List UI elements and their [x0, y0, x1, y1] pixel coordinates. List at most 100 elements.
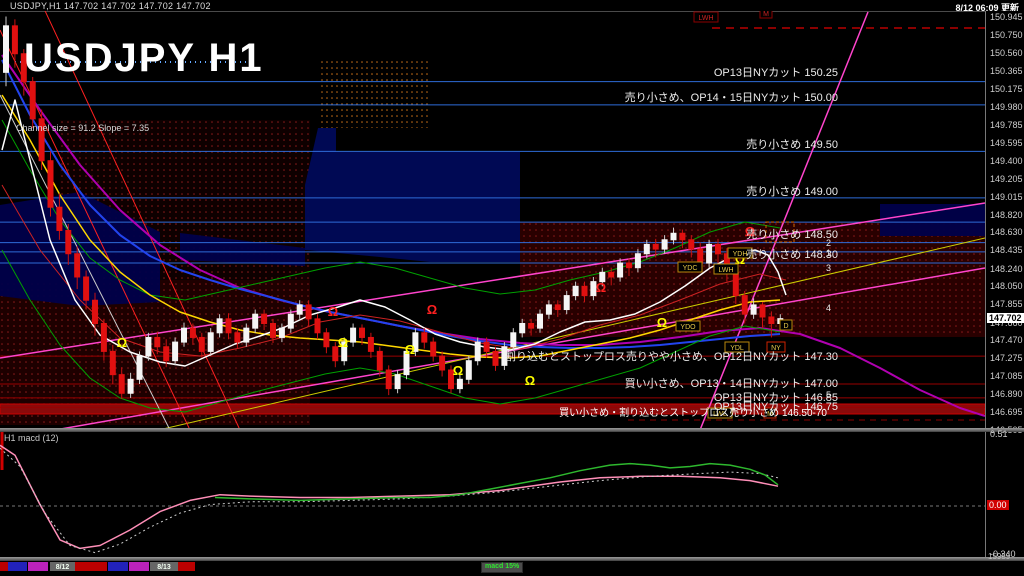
- candle-body: [376, 350, 383, 371]
- candle-body: [109, 350, 116, 376]
- candle-body: [732, 271, 739, 297]
- macd-panel-canvas[interactable]: [0, 432, 985, 557]
- axis-tick: 147.470: [990, 335, 1023, 346]
- omega-signal-yellow: Ω: [405, 342, 415, 357]
- session-timeline-bar: 8/12 8/13 macd 15%: [0, 561, 1024, 576]
- candle-body: [759, 304, 766, 318]
- candle-body: [581, 285, 588, 297]
- candle-body: [65, 229, 72, 255]
- candle-body: [278, 327, 285, 338]
- level-tag-text: LWH: [718, 267, 733, 274]
- axis-tick: 148.050: [990, 281, 1023, 292]
- candle-body: [74, 253, 81, 278]
- axis-tick: 149.980: [990, 101, 1023, 112]
- bar-count-label: 15959: [988, 552, 1011, 561]
- level-tag-text: D: [783, 323, 788, 330]
- candle-body: [519, 322, 526, 334]
- candle-body: [92, 299, 98, 324]
- candle-body: [127, 378, 134, 394]
- axis-tick: 149.015: [990, 191, 1023, 202]
- candle-body: [421, 332, 428, 343]
- axis-tick: 150.365: [990, 65, 1023, 76]
- candle-body: [47, 160, 54, 208]
- session-segment: 8/12: [50, 562, 79, 571]
- candle-body: [572, 285, 579, 297]
- candle-body: [688, 239, 695, 250]
- candle-body: [367, 336, 374, 352]
- ichimoku-cloud: [305, 128, 520, 262]
- omega-signal-red: Ω: [745, 224, 755, 239]
- session-segment: [0, 562, 8, 571]
- ichimoku-cloud: [880, 204, 985, 236]
- candle-body: [234, 332, 241, 343]
- candle-body: [287, 313, 294, 329]
- omega-signal-yellow: Ω: [338, 335, 348, 350]
- candle-body: [430, 341, 437, 357]
- chart-watermark-title: USDJPY H1: [24, 36, 264, 80]
- trading-chart-window: USDJPY,H1 147.702 147.702 147.702 147.70…: [0, 0, 1024, 576]
- candle-body: [323, 332, 330, 348]
- candle-body: [439, 355, 446, 371]
- candle-body: [163, 346, 170, 362]
- axis-tick: 146.890: [990, 389, 1023, 400]
- level-tag-text: YDC: [683, 265, 698, 272]
- axis-tick: 147.855: [990, 299, 1023, 310]
- axis-tick: 149.205: [990, 173, 1023, 184]
- candle-body: [741, 295, 748, 315]
- candle-body: [296, 304, 303, 315]
- session-segment: [108, 562, 128, 571]
- macd-main-green: [214, 462, 779, 502]
- candle-body: [198, 336, 205, 352]
- omega-signal-yellow: Ω: [453, 363, 463, 378]
- axis-tick: 149.400: [990, 155, 1023, 166]
- axis-tick: 148.240: [990, 263, 1023, 274]
- session-segment: 8/13: [150, 562, 182, 571]
- session-segment: [75, 562, 107, 571]
- session-segment: [129, 562, 149, 571]
- axis-tick: 150.750: [990, 30, 1023, 41]
- candle-body: [216, 318, 223, 334]
- candle-body: [11, 25, 18, 55]
- omega-signal-red: Ω: [596, 280, 606, 295]
- level-tag-text: LWH: [698, 15, 713, 22]
- session-date-label: 8/12: [55, 564, 70, 571]
- candle-body: [456, 378, 463, 390]
- candle-body: [563, 295, 570, 311]
- candle-body: [243, 327, 250, 343]
- candle-body: [3, 25, 9, 73]
- candle-body: [652, 243, 659, 250]
- candle-body: [474, 341, 481, 362]
- price-axis[interactable]: 150.945 150.750 150.560 150.365 150.175 149.9…: [985, 11, 1024, 435]
- axis-tick: 148.435: [990, 245, 1023, 256]
- candle-body: [394, 374, 401, 390]
- candle-body: [207, 332, 214, 352]
- candle-body: [492, 350, 499, 366]
- candle-body: [29, 81, 36, 120]
- candle-body: [252, 313, 259, 329]
- symbol-ohlc-header: USDJPY,H1 147.702 147.702 147.702 147.70…: [10, 1, 211, 11]
- omega-signal-red: Ω: [427, 302, 437, 317]
- candle-body: [679, 232, 686, 241]
- candle-body: [314, 318, 321, 334]
- macd-indicator-label: H1 macd (12): [4, 433, 59, 443]
- candle-body: [715, 243, 721, 255]
- candle-body: [465, 360, 472, 380]
- candle-body: [145, 336, 152, 357]
- session-segment: [8, 562, 27, 571]
- candle-body: [643, 243, 650, 255]
- macd-axis: 0.51 -0.340 0.00: [985, 429, 1024, 559]
- omega-signal-red: Ω: [328, 304, 338, 319]
- dot-hatch-overlay: [318, 58, 430, 128]
- candle-body: [359, 327, 365, 338]
- candle-body: [100, 322, 107, 352]
- macd-settings-badge: macd 15%: [481, 562, 524, 573]
- candle-body: [608, 271, 615, 278]
- candle-body: [83, 276, 90, 301]
- candle-body: [661, 239, 668, 250]
- candle-body: [670, 232, 677, 241]
- session-segment: [28, 562, 48, 571]
- level-tag-text: M: [767, 411, 773, 418]
- omega-signal-yellow: Ω: [657, 315, 667, 330]
- axis-tick: 150.945: [990, 12, 1023, 22]
- level-tag-text: LWL: [713, 411, 727, 418]
